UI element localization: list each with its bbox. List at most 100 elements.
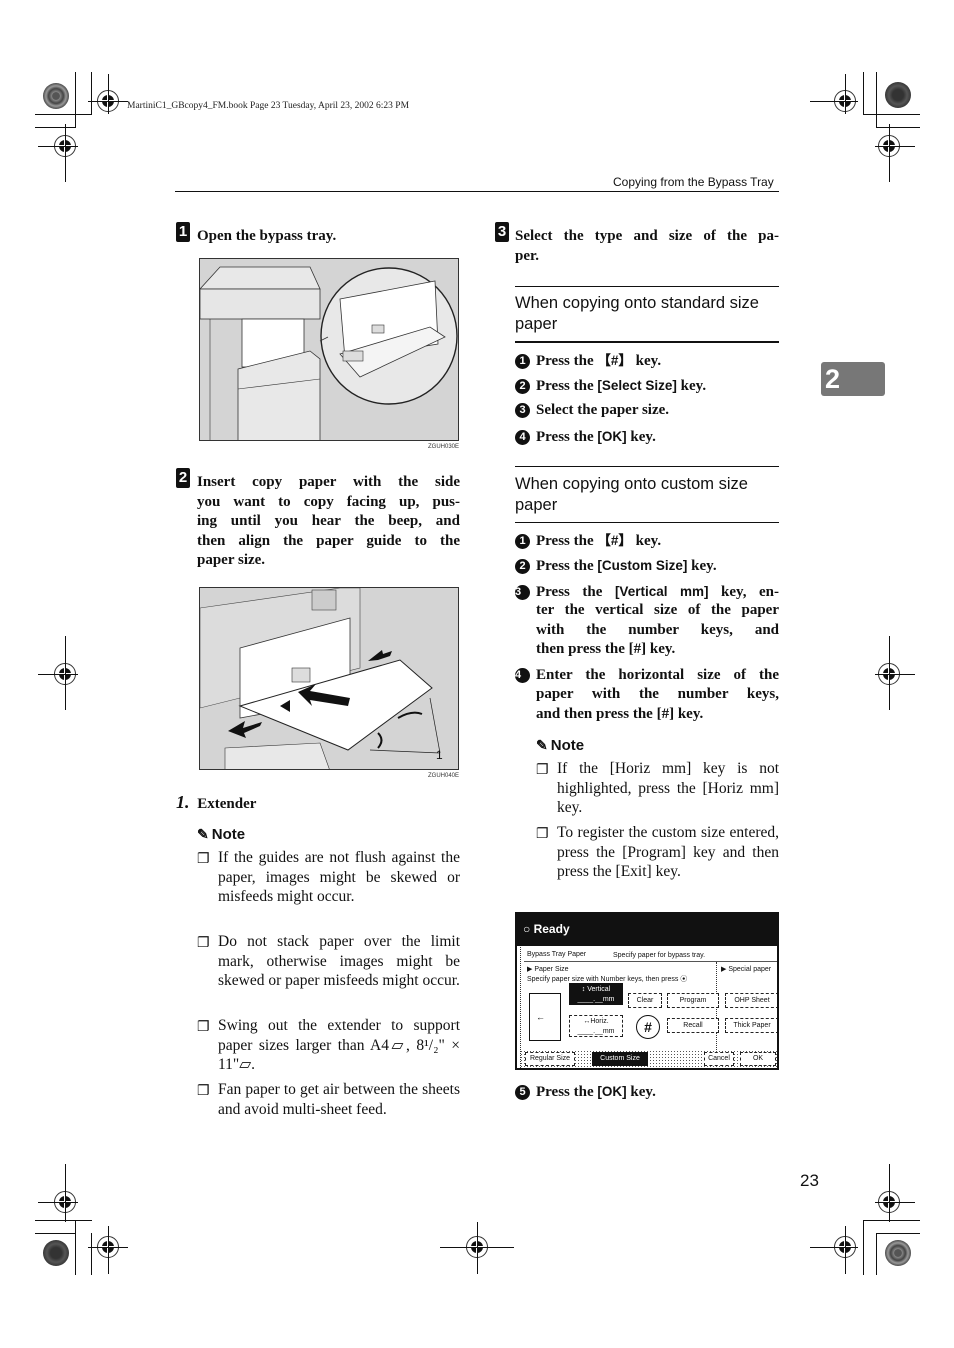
note-item: If the guides are not flush against the … bbox=[218, 848, 460, 907]
checkbox-bullet-icon: ❐ bbox=[197, 1084, 210, 1099]
callout-legend-label: Extender bbox=[197, 796, 257, 812]
text-line: ter the vertical size of the paper bbox=[536, 602, 779, 618]
section-heading-custom: When copying onto custom size paper bbox=[515, 474, 779, 516]
callout-legend-number: 1. bbox=[176, 792, 190, 812]
status-ready: ○ Ready bbox=[523, 922, 570, 936]
text-line: then press the [#] key. bbox=[536, 641, 676, 657]
note-item: Fan paper to get air between the sheets … bbox=[218, 1080, 460, 1119]
text-line: and then press the [#] key. bbox=[536, 705, 704, 722]
note-item-text: If the guides are not flush against the … bbox=[218, 849, 460, 905]
note-item: Do not stack paper over the limit mark, … bbox=[218, 932, 460, 991]
substep-text: key. bbox=[631, 353, 662, 369]
ohp-sheet-button[interactable]: OHP Sheet bbox=[725, 993, 777, 1008]
step-3-text: Select the type and size of the pa- per. bbox=[515, 227, 779, 266]
substep-text: key. bbox=[626, 429, 656, 445]
pencil-icon: ✎ bbox=[536, 737, 548, 753]
substep: 1 Press the 【#】 key. bbox=[515, 351, 661, 372]
text-line: with the number keys, and bbox=[536, 621, 779, 638]
step-number-badge: 1 bbox=[176, 222, 190, 242]
substep: 3 Press the [Vertical mm] key, en- bbox=[515, 582, 779, 603]
text-line: per. bbox=[515, 247, 540, 264]
note-title-text: Note bbox=[211, 826, 246, 843]
callout-legend: 1. Extender bbox=[176, 792, 256, 813]
figure-callout-number: 1 bbox=[436, 748, 443, 762]
text-line: Insert copy paper with the side bbox=[197, 474, 460, 490]
special-paper-label: ▶ Special paper bbox=[721, 966, 772, 973]
substep-text: Select the paper size. bbox=[536, 402, 670, 418]
header-rule bbox=[175, 191, 779, 192]
color-target-icon bbox=[43, 83, 69, 109]
text-line: then align the paper guide to the bbox=[197, 532, 460, 549]
custom-size-tab[interactable]: Custom Size bbox=[592, 1052, 648, 1066]
running-header: Copying from the Bypass Tray bbox=[613, 175, 774, 189]
control-panel-display: ○ Ready Bypass Tray Paper Specify paper … bbox=[515, 912, 779, 1070]
status-text: Ready bbox=[533, 922, 570, 936]
figure-insert-paper: 1 bbox=[199, 587, 459, 770]
step-number-badge: 2 bbox=[176, 468, 190, 488]
substep-text: Press the bbox=[536, 353, 598, 369]
circled-number-icon: 2 bbox=[515, 379, 530, 394]
regular-size-tab[interactable]: Regular Size bbox=[525, 1052, 575, 1066]
recall-button[interactable]: Recall bbox=[667, 1018, 719, 1033]
circled-number-icon: 1 bbox=[515, 534, 530, 549]
vertical-mm-button[interactable]: ↕ Vertical ____.__mm bbox=[569, 983, 623, 1005]
ok-button[interactable]: OK bbox=[740, 1052, 776, 1066]
figure-code: ZGUH040E bbox=[428, 773, 460, 779]
thick-paper-button[interactable]: Thick Paper bbox=[725, 1018, 777, 1033]
circled-number-icon: 1 bbox=[515, 354, 530, 369]
chapter-tab[interactable]: 2 bbox=[821, 362, 885, 396]
substep-text: Press the bbox=[536, 1084, 598, 1100]
horiz-mm-button[interactable]: ↔Horiz. ____.__mm bbox=[569, 1015, 623, 1037]
substep-text: Press the bbox=[536, 533, 598, 549]
substep-text: key. bbox=[631, 533, 662, 549]
circled-number-icon: 5 bbox=[515, 1085, 530, 1100]
paper-size-label: ▶ Paper Size bbox=[527, 966, 569, 973]
checkbox-bullet-icon: ❐ bbox=[536, 763, 549, 778]
substep-text: Enter the horizontal size of the bbox=[536, 667, 779, 683]
substep: 4 Enter the horizontal size of the bbox=[515, 666, 779, 686]
hash-key-icon[interactable]: # bbox=[636, 1015, 660, 1039]
note-title-text: Note bbox=[550, 737, 585, 754]
page-number: 23 bbox=[800, 1171, 819, 1190]
key-label: [OK] bbox=[597, 429, 627, 444]
button-value: ____.__mm bbox=[577, 996, 615, 1003]
substep-continuation: paper with the number keys, and then pre… bbox=[536, 685, 779, 724]
note-item: If the [Horiz mm] key is not highlighted… bbox=[557, 759, 779, 818]
substep: 3 Select the paper size. bbox=[515, 401, 669, 421]
program-button[interactable]: Program bbox=[667, 993, 719, 1008]
section-rule bbox=[515, 286, 779, 287]
copier-illustration bbox=[200, 259, 458, 440]
clear-button[interactable]: Clear bbox=[628, 993, 662, 1008]
note-item-text: Swing out the extender to support paper … bbox=[218, 1017, 460, 1073]
heading-line: When copying onto standard size bbox=[515, 294, 759, 312]
divider bbox=[716, 962, 717, 1062]
text-line: ing until you hear the beep, and bbox=[197, 513, 460, 529]
step-2-text: Insert copy paper with the side you want… bbox=[197, 473, 460, 571]
section-rule bbox=[515, 341, 779, 343]
substep: 2 Press the [Select Size] key. bbox=[515, 376, 706, 397]
key-label: [Vertical mm] bbox=[614, 584, 709, 599]
panel-footer: Regular Size Custom Size Cancel OK bbox=[520, 1050, 777, 1068]
step-1-text: Open the bypass tray. bbox=[197, 228, 337, 244]
substep-text: Press the bbox=[536, 378, 598, 394]
substep: 4 Press the [OK] key. bbox=[515, 427, 656, 448]
button-label: ↕ Vertical bbox=[581, 986, 611, 993]
text-line: Select the type and size of the pa- bbox=[515, 228, 779, 244]
key-label: 【#】 bbox=[597, 353, 632, 368]
button-label: ↔Horiz. bbox=[583, 1018, 609, 1025]
checkbox-bullet-icon: ❐ bbox=[536, 827, 549, 842]
note-item: To register the custom size entered, pre… bbox=[557, 823, 779, 882]
circled-number-icon: 2 bbox=[515, 559, 530, 574]
checkbox-bullet-icon: ❐ bbox=[197, 1020, 210, 1035]
key-label: [Select Size] bbox=[597, 378, 677, 393]
circled-number-icon: 3 bbox=[515, 585, 530, 600]
substep-continuation: ter the vertical size of the paper with … bbox=[536, 601, 779, 660]
heading-line: When copying onto custom size bbox=[515, 475, 748, 493]
substep: 2 Press the [Custom Size] key. bbox=[515, 556, 717, 577]
paper-insert-illustration bbox=[200, 588, 458, 769]
cancel-button[interactable]: Cancel bbox=[704, 1052, 734, 1066]
key-label: 【#】 bbox=[597, 533, 632, 548]
note-item-text: If the [Horiz mm] key is not highlighted… bbox=[557, 760, 779, 816]
figure-bypass-tray-open bbox=[199, 258, 459, 441]
circled-number-icon: 4 bbox=[515, 668, 530, 683]
